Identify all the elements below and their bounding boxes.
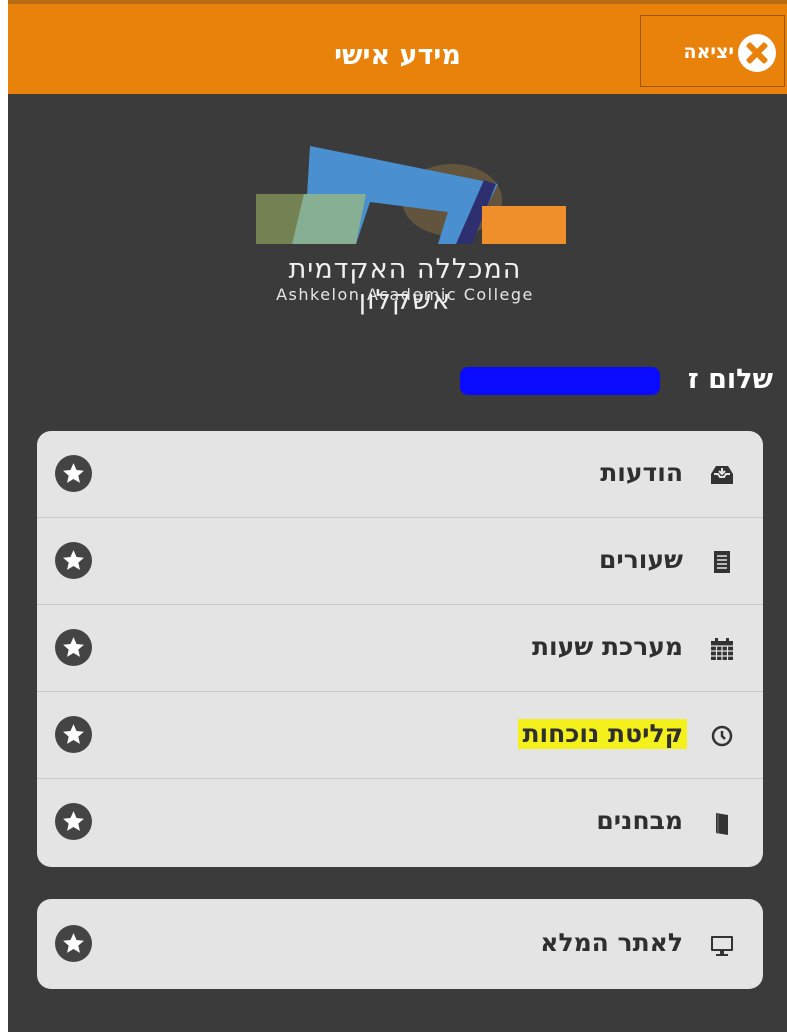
menu-item-exams[interactable]: מבחנים: [37, 779, 763, 866]
menu-item-attendance[interactable]: קליטת נוכחות: [37, 692, 763, 779]
clock-icon: [709, 723, 735, 749]
app-screen: מידע אישי יציאה המכללה האקדמית אשקלון As…: [8, 0, 787, 1032]
menu-item-label: הודעות: [600, 458, 683, 487]
document-icon: [709, 549, 735, 575]
favorite-star-icon[interactable]: [55, 925, 92, 962]
menu-item-full-site[interactable]: לאתר המלא: [37, 901, 763, 988]
menu-item-label: שעורים: [598, 545, 683, 574]
greeting-text: שלום ז: [687, 364, 773, 395]
favorite-star-icon[interactable]: [55, 803, 92, 840]
menu-item-label: קליטת נוכחות: [518, 719, 687, 749]
book-icon: [709, 810, 735, 836]
menu-item-label: מבחנים: [596, 806, 683, 835]
full-site-card: לאתר המלא: [37, 899, 763, 989]
calendar-icon: [709, 636, 735, 662]
logo-english-text: Ashkelon Academic College: [276, 285, 534, 304]
menu-item-label: לאתר המלא: [540, 928, 683, 957]
menu-item-messages[interactable]: הודעות: [37, 431, 763, 518]
college-logo-graphic: [256, 146, 566, 244]
menu-item-timetable[interactable]: מערכת שעות: [37, 605, 763, 692]
college-logo: המכללה האקדמית אשקלון Ashkelon Academic …: [244, 140, 566, 316]
menu-item-lessons[interactable]: שעורים: [37, 518, 763, 605]
header-bar: מידע אישי יציאה: [8, 0, 787, 94]
favorite-star-icon[interactable]: [55, 455, 92, 492]
exit-button[interactable]: יציאה: [640, 15, 785, 87]
menu-card: הודעות שעורים מערכת שעות קליטת נוכחות מב…: [37, 431, 763, 867]
favorite-star-icon[interactable]: [55, 716, 92, 753]
monitor-icon: [709, 932, 735, 958]
exit-label: יציאה: [683, 41, 734, 63]
redacted-username: [460, 367, 660, 395]
favorite-star-icon[interactable]: [55, 542, 92, 579]
favorite-star-icon[interactable]: [55, 629, 92, 666]
menu-item-label: מערכת שעות: [531, 632, 683, 661]
inbox-icon: [709, 462, 735, 488]
close-icon: [738, 34, 776, 72]
